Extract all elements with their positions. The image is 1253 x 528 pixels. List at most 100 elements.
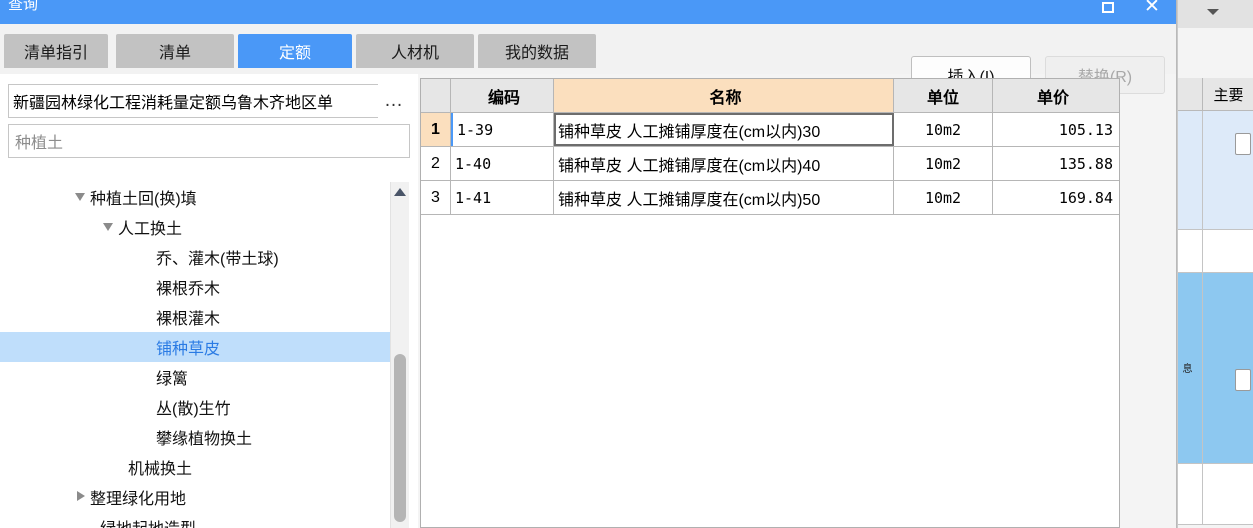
tree-item-label: 整理绿化用地	[90, 491, 187, 508]
scrollbar-thumb[interactable]	[394, 354, 406, 522]
expander-icon[interactable]	[100, 212, 118, 242]
column-header-code[interactable]: 编码	[451, 79, 554, 112]
tab-label: 人材机	[390, 45, 439, 62]
collapsed-expander-icon[interactable]	[72, 482, 90, 512]
left-panel: 新疆园林绿化工程消耗量定额乌鲁木齐地区单 … 种植土 种植土回(换)填 人工换土…	[0, 74, 418, 528]
tree-item-zhongzhitu-huitian[interactable]: 种植土回(换)填	[0, 182, 390, 212]
tab-qingdan[interactable]: 清单	[116, 34, 234, 68]
tree-item-label: 攀缘植物换土	[156, 431, 253, 448]
background-grid-cell-main	[1203, 111, 1253, 229]
tree-item-lvli[interactable]: 绿篱	[0, 362, 390, 392]
cell-code[interactable]: 1-40	[451, 147, 554, 180]
background-grid-row[interactable]	[1177, 111, 1253, 230]
cell-name[interactable]: 铺种草皮 人工摊铺厚度在(cm以内)40	[554, 147, 894, 180]
tab-label: 清单指引	[23, 45, 88, 62]
background-grid-header-main: 主要	[1213, 86, 1244, 104]
results-grid-header: 编码 名称 单位 单价	[421, 79, 1119, 113]
tree-item-panyuanzhiwu-huantu[interactable]: 攀缘植物换土	[0, 422, 390, 452]
background-grid-row[interactable]	[1177, 230, 1253, 273]
tree-item-puzhongcaopi[interactable]: 铺种草皮	[0, 332, 390, 362]
cell-name[interactable]: 铺种草皮 人工摊铺厚度在(cm以内)30	[554, 113, 894, 146]
dialog-title: 查询	[8, 0, 39, 13]
close-button[interactable]: ✕	[1132, 0, 1172, 24]
tab-dinge[interactable]: 定额	[238, 34, 352, 68]
tree-item-luogenguanmu[interactable]: 裸根灌木	[0, 302, 390, 332]
background-toolbar	[1176, 0, 1253, 29]
tab-bar: 清单指引 清单 定额 人材机 我的数据 插入(I) 替换(R)	[0, 24, 1176, 94]
cell-code[interactable]: 1-39	[451, 113, 554, 146]
tab-label: 清单	[158, 45, 191, 62]
background-grid: 主要 息	[1176, 78, 1253, 528]
tab-label: 定额	[278, 45, 311, 62]
grid-empty-area[interactable]	[421, 215, 1119, 527]
library-more-button[interactable]: …	[378, 84, 410, 118]
results-grid: 编码 名称 单位 单价 1 1-39 铺种草皮 人工摊铺厚度在(cm以内)30 …	[420, 78, 1120, 528]
query-dialog: 查询 ✕ 清单指引 清单 定额 人材机 我的数据 插入(I) 替换(R)	[0, 0, 1177, 528]
background-toolbar-strip	[1176, 28, 1253, 79]
background-grid-header-index	[1177, 78, 1203, 110]
tab-qingdanzhiyin[interactable]: 清单指引	[4, 34, 108, 68]
library-select-input[interactable]: 新疆园林绿化工程消耗量定额乌鲁木齐地区单	[8, 84, 380, 118]
tree-item-congshengzhu[interactable]: 丛(散)生竹	[0, 392, 390, 422]
tree-item-label: 乔、灌木(带土球)	[156, 251, 279, 268]
background-grid-row-label: 息	[1180, 363, 1191, 371]
cell-price[interactable]: 135.88	[993, 147, 1119, 180]
ellipsis-icon: …	[384, 90, 404, 111]
tree-item-label: 机械换土	[128, 461, 193, 478]
column-header-price[interactable]: 单价	[993, 79, 1119, 112]
background-grid-header: 主要	[1177, 78, 1253, 111]
background-grid-row-selected[interactable]: 息	[1177, 273, 1253, 464]
cell-index: 2	[421, 147, 451, 180]
search-input[interactable]: 种植土	[8, 124, 410, 158]
tree-item-jixiehuantu[interactable]: 机械换土	[0, 452, 390, 482]
cell-price[interactable]: 105.13	[993, 113, 1119, 146]
tree-item-lvdiqidizaoxing[interactable]: 绿地起地造型	[0, 512, 390, 528]
maximize-icon	[1102, 1, 1114, 13]
tab-rencaiji[interactable]: 人材机	[356, 34, 474, 68]
maximize-button[interactable]	[1088, 0, 1128, 24]
tree-item-qiaoguanmu[interactable]: 乔、灌木(带土球)	[0, 242, 390, 272]
background-grid-row[interactable]	[1177, 464, 1253, 525]
cell-index: 1	[421, 113, 451, 146]
tree-item-label: 丛(散)生竹	[156, 401, 231, 418]
tab-wodeshuju[interactable]: 我的数据	[478, 34, 596, 68]
close-icon: ✕	[1144, 0, 1160, 17]
dialog-titlebar[interactable]: 查询 ✕	[0, 0, 1176, 24]
table-row[interactable]: 2 1-40 铺种草皮 人工摊铺厚度在(cm以内)40 10m2 135.88	[421, 147, 1119, 181]
tree-scrollbar[interactable]	[390, 182, 409, 528]
tree-item-label: 人工换土	[118, 221, 183, 238]
cell-unit[interactable]: 10m2	[894, 113, 993, 146]
background-grid-cell-main	[1203, 464, 1253, 524]
cell-index: 3	[421, 181, 451, 214]
tree-item-label: 铺种草皮	[156, 341, 221, 358]
background-grid-cell-main	[1203, 230, 1253, 272]
tree-item-label: 裸根乔木	[156, 281, 221, 298]
column-header-index[interactable]	[421, 79, 451, 112]
cell-unit[interactable]: 10m2	[894, 147, 993, 180]
column-header-unit[interactable]: 单位	[894, 79, 993, 112]
scroll-up-icon[interactable]	[394, 188, 406, 196]
background-grid-cell-index	[1177, 464, 1203, 524]
tree-item-rengonghuantu[interactable]: 人工换土	[0, 212, 390, 242]
tree-item-label: 绿篱	[156, 371, 189, 388]
tree-item-label: 绿地起地造型	[100, 515, 196, 528]
table-row[interactable]: 3 1-41 铺种草皮 人工摊铺厚度在(cm以内)50 10m2 169.84	[421, 181, 1119, 215]
background-checkbox[interactable]	[1235, 369, 1251, 391]
library-select-value: 新疆园林绿化工程消耗量定额乌鲁木齐地区单	[13, 95, 334, 112]
category-tree[interactable]: 种植土回(换)填 人工换土 乔、灌木(带土球) 裸根乔木 裸根灌木 铺种草皮 绿…	[0, 182, 390, 528]
tree-item-label: 裸根灌木	[156, 311, 221, 328]
chevron-down-icon[interactable]	[1207, 9, 1219, 15]
search-placeholder: 种植土	[15, 135, 64, 152]
expander-icon[interactable]	[72, 182, 90, 212]
cell-price[interactable]: 169.84	[993, 181, 1119, 214]
tree-item-zhenglilvhuayongdi[interactable]: 整理绿化用地	[0, 482, 390, 512]
column-header-name[interactable]: 名称	[554, 79, 894, 112]
background-grid-cell-main	[1203, 273, 1253, 463]
background-checkbox[interactable]	[1235, 133, 1251, 155]
cell-code[interactable]: 1-41	[451, 181, 554, 214]
tree-item-luogenqiaomu[interactable]: 裸根乔木	[0, 272, 390, 302]
cell-unit[interactable]: 10m2	[894, 181, 993, 214]
cell-name[interactable]: 铺种草皮 人工摊铺厚度在(cm以内)50	[554, 181, 894, 214]
table-row[interactable]: 1 1-39 铺种草皮 人工摊铺厚度在(cm以内)30 10m2 105.13	[421, 113, 1119, 147]
tree-item-label: 种植土回(换)填	[90, 191, 197, 208]
